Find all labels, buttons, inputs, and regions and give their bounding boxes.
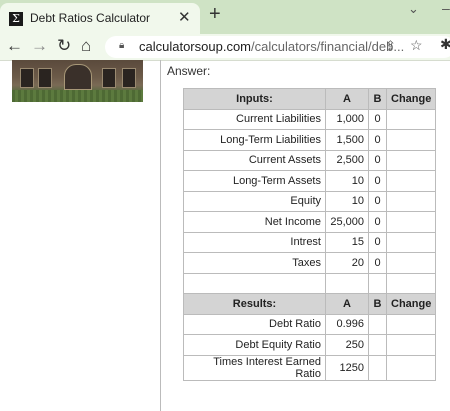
inputs-cell-a: 25,000 — [325, 211, 369, 233]
inputs-cell-a: 1,500 — [325, 129, 369, 151]
url-host: calculatorsoup.com — [139, 39, 251, 54]
home-icon[interactable]: ⌂ — [81, 36, 91, 56]
minimize-window-icon[interactable]: – — [442, 0, 450, 16]
close-tab-icon[interactable]: ✕ — [178, 8, 191, 26]
inputs-cell-change — [385, 108, 437, 130]
results-cell-a: 0.996 — [325, 313, 369, 335]
url-text[interactable]: calculatorsoup.com/calculators/financial… — [139, 39, 404, 54]
inputs-cell-b: 0 — [368, 231, 387, 253]
results-cell-change — [385, 354, 437, 381]
inputs-cell-change — [385, 211, 437, 233]
ratios-table: Inputs: A B Change Current Liabilities 1,000 0… — [183, 88, 437, 381]
table-row: Debt Ratio 0.996 — [183, 313, 437, 335]
results-cell-change — [385, 334, 437, 356]
inputs-cell-label: Long-Term Liabilities — [183, 129, 326, 151]
spacer-cell — [368, 272, 387, 294]
inputs-cell-a: 10 — [325, 190, 369, 212]
table-row: Current Assets 2,500 0 — [183, 149, 437, 171]
spacer-cell — [183, 272, 326, 294]
inputs-cell-label: Intrest — [183, 231, 326, 253]
answer-label: Answer: — [167, 64, 211, 78]
results-cell-b — [368, 313, 387, 335]
results-header-a: A — [325, 293, 369, 315]
results-header-label: Results: — [183, 293, 326, 315]
results-header-row: Results: A B Change — [183, 293, 437, 315]
url-path: /calculators/financial/deb... — [251, 39, 405, 54]
inputs-cell-change — [385, 129, 437, 151]
table-row: Intrest 15 0 — [183, 231, 437, 253]
inputs-cell-a: 20 — [325, 252, 369, 274]
table-row: Current Liabilities 1,000 0 — [183, 108, 437, 130]
inputs-cell-label: Equity — [183, 190, 326, 212]
inputs-header-b: B — [368, 88, 387, 110]
spacer-cell — [385, 272, 437, 294]
results-cell-b — [368, 334, 387, 356]
table-row: Long-Term Assets 10 0 — [183, 170, 437, 192]
results-cell-change — [385, 313, 437, 335]
inputs-cell-label: Taxes — [183, 252, 326, 274]
chevron-down-icon[interactable]: ⌄ — [408, 1, 419, 17]
results-cell-label: Debt Equity Ratio — [183, 334, 326, 356]
inputs-cell-label: Long-Term Assets — [183, 170, 326, 192]
inputs-cell-label: Current Liabilities — [183, 108, 326, 130]
results-cell-label: Times Interest Earned Ratio — [183, 354, 326, 381]
address-bar[interactable]: 🔒︎ calculatorsoup.com/calculators/financ… — [105, 36, 450, 58]
new-tab-icon[interactable]: + — [209, 3, 221, 26]
inputs-cell-b: 0 — [368, 129, 387, 151]
inputs-cell-a: 2,500 — [325, 149, 369, 171]
inputs-cell-b: 0 — [368, 149, 387, 171]
extensions-puzzle-icon[interactable]: ✱ — [440, 36, 450, 53]
sigma-favicon-icon: Σ — [9, 12, 23, 26]
inputs-header-label: Inputs: — [183, 88, 326, 110]
reload-icon[interactable]: ↻ — [57, 36, 71, 56]
browser-tab[interactable]: Σ Debt Ratios Calculator ✕ — [0, 3, 200, 34]
spacer-row — [183, 272, 437, 294]
lock-icon[interactable]: 🔒︎ — [119, 40, 124, 51]
tab-title: Debt Ratios Calculator — [30, 11, 151, 25]
results-cell-a: 250 — [325, 334, 369, 356]
inputs-header-row: Inputs: A B Change — [183, 88, 437, 110]
inputs-cell-a: 15 — [325, 231, 369, 253]
table-row: Long-Term Liabilities 1,500 0 — [183, 129, 437, 151]
inputs-cell-a: 1,000 — [325, 108, 369, 130]
inputs-cell-b: 0 — [368, 108, 387, 130]
tab-strip: Σ Debt Ratios Calculator ✕ + ⌄ – — [0, 0, 450, 34]
table-row: Times Interest Earned Ratio 1250 — [183, 354, 437, 381]
inputs-cell-change — [385, 252, 437, 274]
content-divider — [160, 60, 161, 411]
share-icon[interactable]: ⇪ — [385, 38, 396, 54]
inputs-cell-change — [385, 190, 437, 212]
results-header-b: B — [368, 293, 387, 315]
inputs-cell-b: 0 — [368, 252, 387, 274]
inputs-cell-b: 0 — [368, 190, 387, 212]
spacer-cell — [325, 272, 369, 294]
building-photo — [12, 60, 143, 102]
inputs-cell-change — [385, 170, 437, 192]
inputs-header-a: A — [325, 88, 369, 110]
inputs-cell-change — [385, 231, 437, 253]
inputs-cell-b: 0 — [368, 211, 387, 233]
table-row: Net Income 25,000 0 — [183, 211, 437, 233]
table-row: Debt Equity Ratio 250 — [183, 334, 437, 356]
forward-arrow-icon[interactable]: → — [31, 36, 48, 56]
results-cell-b — [368, 354, 387, 381]
bookmark-star-icon[interactable]: ☆ — [410, 37, 423, 54]
table-row: Equity 10 0 — [183, 190, 437, 212]
inputs-cell-change — [385, 149, 437, 171]
results-cell-label: Debt Ratio — [183, 313, 326, 335]
table-row: Taxes 20 0 — [183, 252, 437, 274]
inputs-cell-label: Net Income — [183, 211, 326, 233]
browser-toolbar: ← → ↻ ⌂ 🔒︎ calculatorsoup.com/calculator… — [0, 34, 450, 61]
inputs-cell-b: 0 — [368, 170, 387, 192]
results-cell-a: 1250 — [325, 354, 369, 381]
results-header-change: Change — [385, 293, 437, 315]
back-arrow-icon[interactable]: ← — [6, 36, 23, 56]
inputs-header-change: Change — [385, 88, 437, 110]
inputs-cell-label: Current Assets — [183, 149, 326, 171]
inputs-cell-a: 10 — [325, 170, 369, 192]
